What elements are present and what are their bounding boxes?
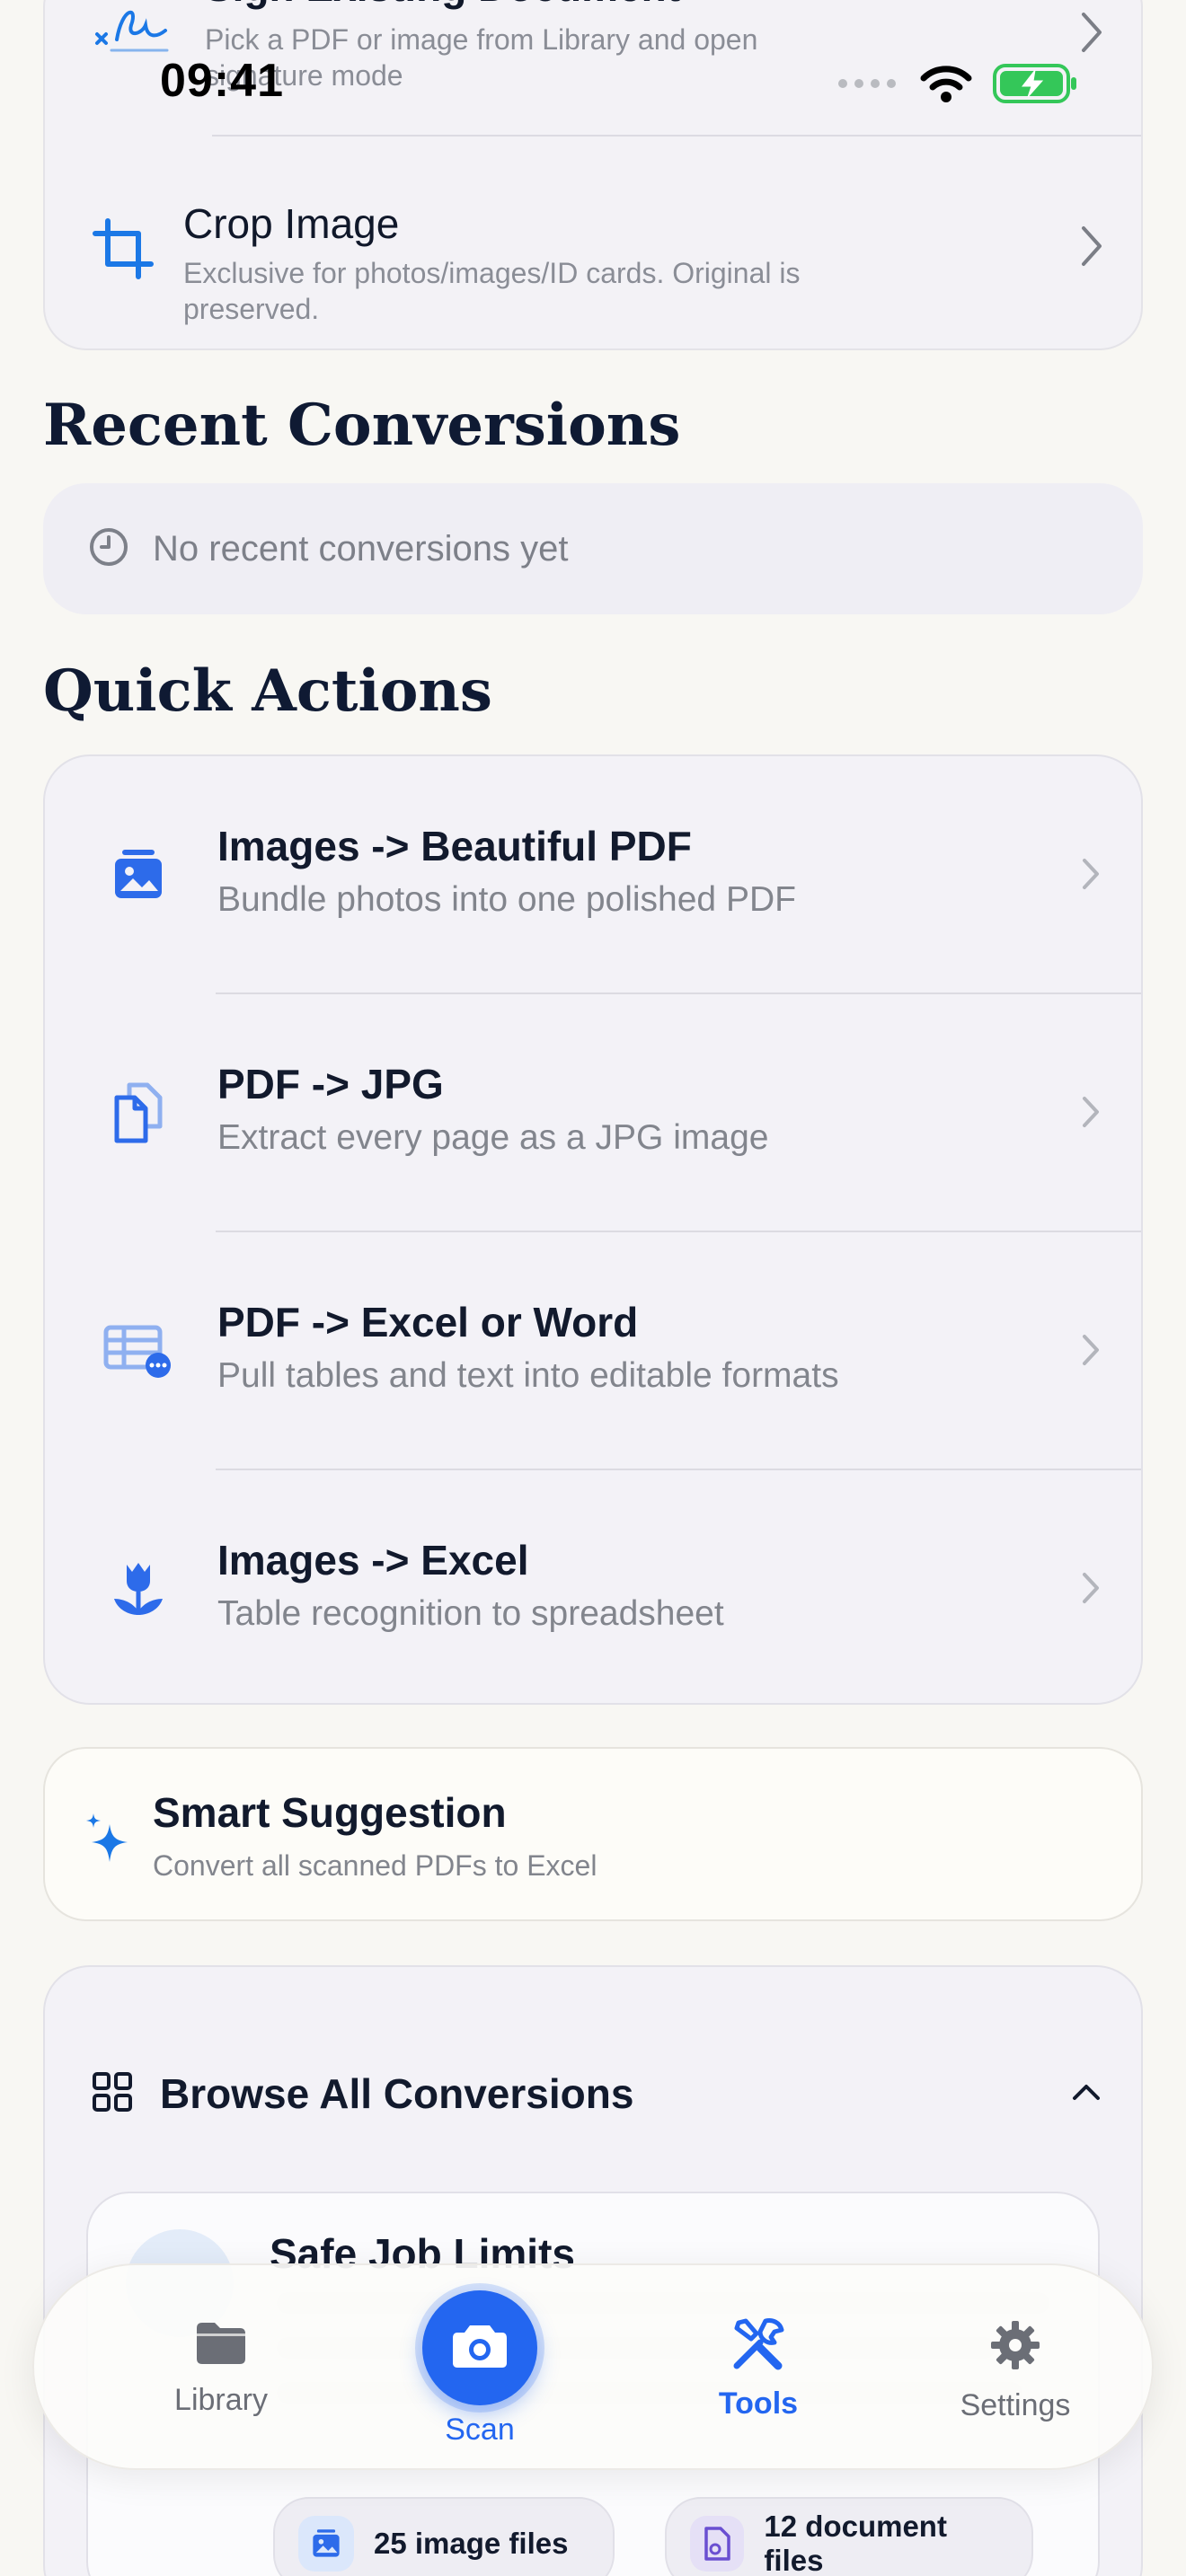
browse-all-header[interactable]: Browse All Conversions [45, 2039, 1145, 2147]
table-icon [101, 1313, 176, 1389]
tab-library[interactable]: Library [142, 2319, 300, 2418]
image-files-count: 25 image files [374, 2527, 569, 2560]
document-gear-icon [690, 2516, 745, 2572]
documents-icon [101, 1075, 176, 1151]
tools-card-top: Sign Existing Document Pick a PDF or ima… [43, 0, 1143, 350]
tab-settings-label: Settings [960, 2388, 1071, 2422]
crop-image-title: Crop Image [183, 200, 400, 247]
quick-action-images-to-excel[interactable]: Images -> Excel Table recognition to spr… [45, 1470, 1141, 1703]
tulip-icon [101, 1551, 176, 1627]
cellular-signal-icon [837, 76, 900, 95]
crop-image-subtitle: Exclusive for photos/images/ID cards. Or… [183, 257, 801, 325]
quick-actions-card: Images -> Beautiful PDF Bundle photos in… [43, 754, 1143, 1705]
tab-tools-label: Tools [718, 2386, 799, 2421]
quick-action-subtitle: Table recognition to spreadsheet [217, 1594, 724, 1633]
chevron-up-icon [1071, 2082, 1102, 2106]
tab-settings[interactable]: Settings [936, 2319, 1094, 2423]
wrench-screwdriver-icon [730, 2316, 787, 2378]
status-time: 09:41 [160, 55, 284, 107]
battery-charging-icon [992, 63, 1078, 109]
document-files-pill: 12 document files [665, 2497, 1033, 2576]
quick-action-pdf-to-excel-word[interactable]: PDF -> Excel or Word Pull tables and tex… [45, 1232, 1141, 1470]
recent-empty-text: No recent conversions yet [153, 528, 569, 569]
quick-action-subtitle: Bundle photos into one polished PDF [217, 880, 796, 919]
chevron-right-icon [1080, 1095, 1102, 1134]
crop-image-row[interactable]: Crop Image Exclusive for photos/images/I… [45, 137, 1145, 352]
document-files-count: 12 document files [764, 2510, 947, 2576]
tab-tools[interactable]: Tools [679, 2316, 837, 2422]
image-files-pill: 25 image files [273, 2497, 615, 2576]
quick-action-subtitle: Extract every page as a JPG image [217, 1118, 769, 1157]
tab-bar: Library Scan Tools Settings [32, 2263, 1154, 2470]
browse-all-title: Browse All Conversions [160, 2070, 634, 2117]
tab-scan[interactable]: Scan [401, 2290, 559, 2448]
sign-document-subtitle: Pick a PDF or image from Library and ope… [205, 23, 758, 92]
crop-icon [92, 217, 155, 285]
folder-icon [193, 2319, 249, 2370]
quick-action-subtitle: Pull tables and text into editable forma… [217, 1356, 839, 1395]
scan-button[interactable] [422, 2290, 537, 2405]
tab-library-label: Library [174, 2383, 268, 2417]
quick-actions-title: Quick Actions [43, 657, 492, 725]
tab-scan-label: Scan [445, 2413, 515, 2447]
camera-icon [450, 2322, 509, 2375]
quick-action-title: PDF -> Excel or Word [217, 1299, 639, 1345]
recent-conversions-title: Recent Conversions [43, 392, 681, 459]
sparkles-icon [83, 1812, 133, 1870]
clock-icon [88, 526, 129, 572]
image-stack-icon [298, 2516, 354, 2572]
grid-icon [92, 2071, 133, 2117]
chevron-right-icon [1080, 857, 1102, 895]
chevron-right-icon [1080, 1333, 1102, 1372]
chevron-right-icon [1078, 11, 1105, 58]
gear-icon [989, 2319, 1041, 2376]
recent-conversions-empty: No recent conversions yet [43, 483, 1143, 614]
status-icons [837, 63, 1078, 109]
sign-document-title: Sign Existing Document [205, 0, 680, 11]
quick-action-title: Images -> Excel [217, 1537, 529, 1584]
smart-suggestion-title: Smart Suggestion [153, 1789, 507, 1836]
smart-suggestion-card[interactable]: Smart Suggestion Convert all scanned PDF… [43, 1747, 1143, 1921]
quick-action-pdf-to-jpg[interactable]: PDF -> JPG Extract every page as a JPG i… [45, 994, 1141, 1232]
smart-suggestion-subtitle: Convert all scanned PDFs to Excel [153, 1849, 597, 1882]
quick-action-title: Images -> Beautiful PDF [217, 823, 692, 869]
image-stack-icon [101, 837, 176, 913]
chevron-right-icon [1078, 225, 1105, 272]
chevron-right-icon [1080, 1571, 1102, 1610]
wifi-icon [920, 64, 972, 108]
quick-action-title: PDF -> JPG [217, 1061, 444, 1107]
quick-action-images-to-pdf[interactable]: Images -> Beautiful PDF Bundle photos in… [45, 756, 1141, 994]
